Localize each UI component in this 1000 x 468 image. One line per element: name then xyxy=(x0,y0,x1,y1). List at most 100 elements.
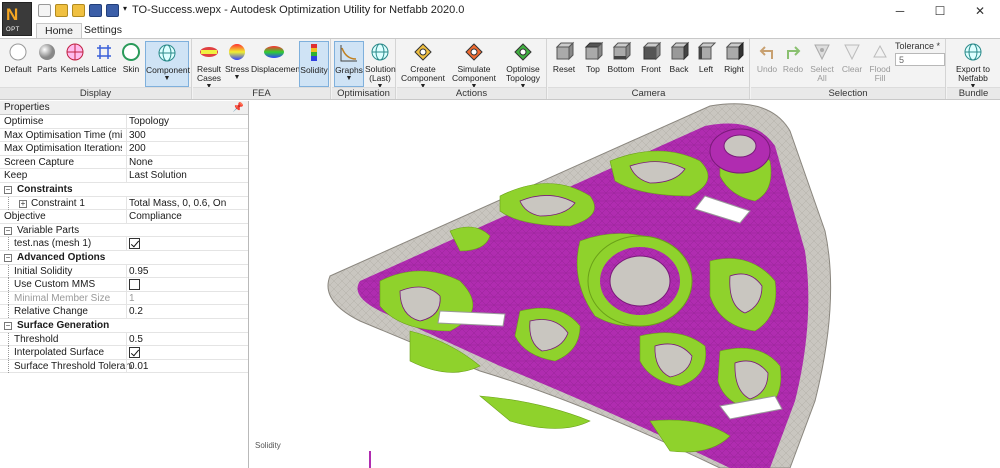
tree-line xyxy=(8,278,9,292)
property-row[interactable]: Threshold 0.5 xyxy=(0,332,248,347)
category-surface-generation[interactable]: − Surface Generation xyxy=(0,319,248,333)
stress-button[interactable]: Stress ▼ xyxy=(225,41,249,81)
title-bar: N OPT ▾ TO-Success.wepx - Autodesk Optim… xyxy=(0,0,1000,36)
group-title: Bundle xyxy=(947,87,1000,99)
property-row[interactable]: Use Custom MMS xyxy=(0,278,248,292)
cube-front-icon xyxy=(642,41,662,61)
mesh-enabled-checkbox[interactable] xyxy=(129,238,140,250)
kernels-icon xyxy=(66,43,84,61)
property-row[interactable]: Max Optimisation Iterations 200 xyxy=(0,142,248,156)
camera-reset-button[interactable]: Reset xyxy=(550,41,578,74)
select-all-button[interactable]: Select All xyxy=(807,41,837,83)
parts-sphere-icon xyxy=(39,44,55,60)
export-globe-icon xyxy=(964,43,982,61)
display-skin-button[interactable]: Skin xyxy=(118,41,144,74)
cube-back-icon xyxy=(670,41,690,61)
save-icon[interactable] xyxy=(89,4,102,17)
camera-left-button[interactable]: Left xyxy=(694,41,718,74)
simulate-component-button[interactable]: Simulate Component ▼ xyxy=(449,41,499,90)
3d-viewport[interactable]: Solidity xyxy=(250,101,1000,468)
result-cases-icon xyxy=(200,47,218,57)
displacement-button[interactable]: Displacement xyxy=(251,41,303,74)
category-constraints[interactable]: − Constraints xyxy=(0,183,248,197)
redo-button[interactable]: Redo xyxy=(781,41,805,74)
graphs-button[interactable]: Graphs ▼ xyxy=(334,41,364,87)
solidity-button[interactable]: Solidity xyxy=(299,41,329,87)
camera-top-button[interactable]: Top xyxy=(580,41,606,74)
pin-icon[interactable]: 📌 xyxy=(233,102,244,113)
group-selection: Undo Redo Select All Clear Flood Fill To… xyxy=(751,39,946,99)
category-advanced-options[interactable]: − Advanced Options xyxy=(0,251,248,265)
close-button[interactable]: ✕ xyxy=(960,0,1000,22)
property-row[interactable]: Keep Last Solution xyxy=(0,169,248,183)
display-component-button[interactable]: Component ▼ xyxy=(145,41,190,87)
tree-line xyxy=(8,264,9,278)
displacement-icon xyxy=(264,46,284,58)
topology-model[interactable] xyxy=(250,101,1000,468)
save-as-icon[interactable] xyxy=(106,4,119,17)
collapse-icon[interactable]: − xyxy=(4,185,12,194)
collapse-icon[interactable]: − xyxy=(4,226,12,235)
tree-line xyxy=(8,196,9,210)
display-parts-button[interactable]: Parts xyxy=(34,41,60,74)
flood-fill-icon xyxy=(873,44,887,58)
property-row[interactable]: test.nas (mesh 1) xyxy=(0,237,248,251)
camera-back-button[interactable]: Back xyxy=(666,41,692,74)
display-lattice-button[interactable]: Lattice xyxy=(90,41,118,74)
app-menu-button[interactable]: N OPT xyxy=(2,2,32,36)
display-kernels-button[interactable]: Kernels xyxy=(60,41,90,74)
chevron-down-icon: ▼ xyxy=(163,75,171,82)
constraint-patch[interactable] xyxy=(437,310,506,327)
cube-bottom-icon xyxy=(612,41,632,61)
group-bundle: Export to Netfabb ▼ Bundle xyxy=(947,39,1000,99)
expand-icon[interactable]: + xyxy=(19,199,27,208)
group-actions: Create Component ▼ Simulate Component ▼ … xyxy=(397,39,547,99)
export-to-netfabb-button[interactable]: Export to Netfabb ▼ xyxy=(949,41,997,90)
undo-button[interactable]: Undo xyxy=(755,41,779,74)
collapse-icon[interactable]: − xyxy=(4,321,12,330)
camera-front-button[interactable]: Front xyxy=(638,41,664,74)
camera-bottom-button[interactable]: Bottom xyxy=(606,41,636,74)
open-recent-icon[interactable] xyxy=(72,4,85,17)
flood-fill-button[interactable]: Flood Fill xyxy=(867,41,893,83)
minimize-button[interactable]: ─ xyxy=(880,0,920,22)
open-folder-icon[interactable] xyxy=(55,4,68,17)
display-default-button[interactable]: Default xyxy=(4,41,32,74)
tolerance-input[interactable] xyxy=(895,53,945,66)
group-title: Camera xyxy=(548,87,749,99)
optimise-topology-button[interactable]: Optimise Topology ▼ xyxy=(501,41,545,90)
cube-top-icon xyxy=(584,41,604,61)
use-custom-mms-checkbox[interactable] xyxy=(129,279,140,291)
property-row[interactable]: Interpolated Surface xyxy=(0,346,248,360)
property-row[interactable]: Initial Solidity 0.95 xyxy=(0,264,248,279)
property-row[interactable]: Surface Threshold Tolerance 0.01 xyxy=(0,359,248,374)
result-cases-button[interactable]: Result Cases ▼ xyxy=(195,41,223,90)
property-row[interactable]: Relative Change 0.2 xyxy=(0,305,248,319)
tab-settings[interactable]: Settings xyxy=(76,23,130,39)
property-row[interactable]: + Constraint 1 Total Mass, 0, 0.6, On xyxy=(0,196,248,211)
tree-line xyxy=(8,346,9,360)
solution-last-button[interactable]: Solution (Last) ▼ xyxy=(365,41,396,90)
clear-selection-button[interactable]: Clear xyxy=(839,41,865,74)
property-row: Minimal Member Size 1 xyxy=(0,291,248,306)
qat-dropdown-icon[interactable]: ▾ xyxy=(123,4,131,17)
property-row[interactable]: Optimise Topology xyxy=(0,115,248,129)
category-variable-parts[interactable]: − Variable Parts xyxy=(0,224,248,238)
property-row[interactable]: Objective Compliance xyxy=(0,210,248,224)
create-component-icon xyxy=(414,43,432,61)
tree-line xyxy=(8,291,9,305)
stress-icon xyxy=(229,44,245,60)
quick-access-toolbar: ▾ xyxy=(38,4,131,17)
interpolated-surface-checkbox[interactable] xyxy=(129,347,140,359)
group-fea: Result Cases ▼ Stress ▼ Displacement Sol… xyxy=(193,39,331,99)
collapse-icon[interactable]: − xyxy=(4,253,12,262)
property-row[interactable]: Max Optimisation Time (mins) 300 xyxy=(0,128,248,143)
new-file-icon[interactable] xyxy=(38,4,51,17)
lattice-icon xyxy=(97,45,111,59)
create-component-button[interactable]: Create Component ▼ xyxy=(399,41,447,90)
camera-right-button[interactable]: Right xyxy=(720,41,748,74)
undo-arrow-icon xyxy=(759,46,773,59)
app-logo-label: OPT xyxy=(6,27,20,33)
maximize-button[interactable]: ☐ xyxy=(920,0,960,22)
property-row[interactable]: Screen Capture None xyxy=(0,155,248,170)
